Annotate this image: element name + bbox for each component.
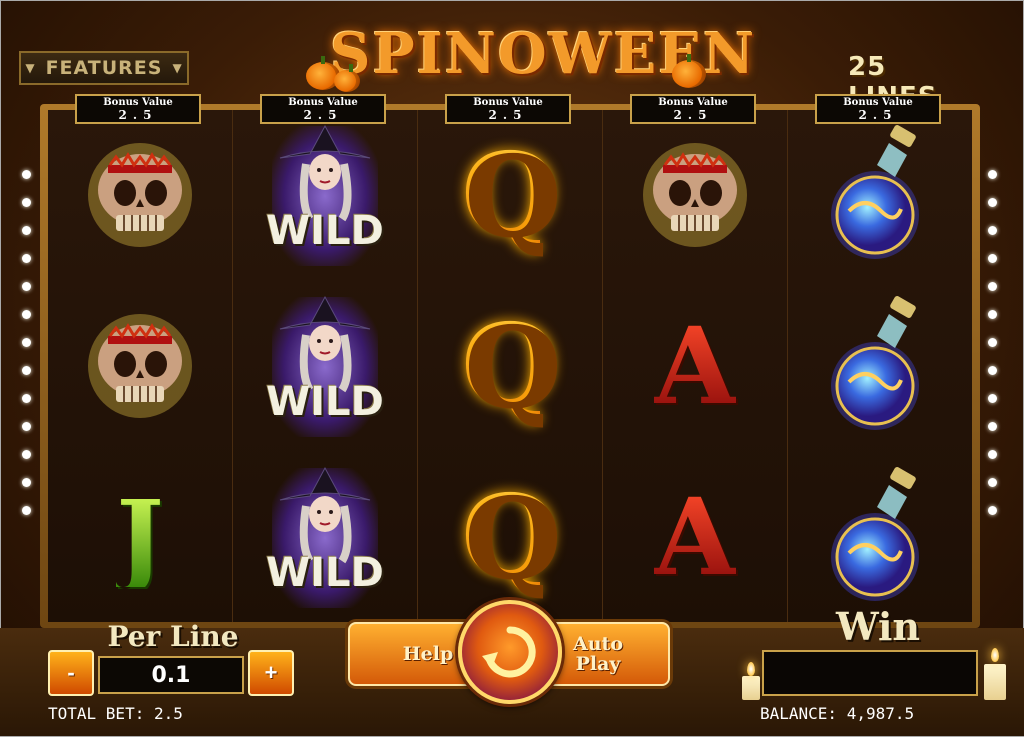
- balance-label: BALANCE: 4,987.5: [760, 704, 915, 723]
- pumpkin-icon: [334, 64, 360, 92]
- potion-symbol: [805, 120, 955, 270]
- triangle-down-icon: ▼: [25, 61, 36, 75]
- increase-bet-button[interactable]: +: [248, 650, 294, 696]
- flame-icon: [991, 648, 999, 662]
- bonus-value-box: Bonus Value 2.5: [630, 94, 756, 124]
- candle-icon: [984, 664, 1006, 700]
- bonus-value-amount: 2.5: [488, 108, 528, 122]
- q-symbol: Q: [435, 120, 585, 270]
- bonus-value-box: Bonus Value 2.5: [445, 94, 571, 124]
- potion-symbol: [805, 462, 955, 612]
- j-symbol-letter: J: [116, 477, 164, 596]
- q-symbol: Q: [435, 462, 585, 612]
- total-bet-label: TOTAL BET: 2.5: [48, 704, 183, 723]
- q-symbol-letter: Q: [461, 299, 559, 431]
- per-line-title: Per Line: [107, 620, 239, 653]
- skull-symbol: [65, 291, 215, 441]
- win-amount: [762, 650, 978, 696]
- bonus-value-amount: 2.5: [303, 108, 343, 122]
- a-symbol: A: [620, 462, 770, 612]
- potion-icon: [831, 466, 919, 601]
- bonus-value-amount: 2.5: [673, 108, 713, 122]
- decrease-bet-button[interactable]: -: [48, 650, 94, 696]
- autoplay-button[interactable]: Auto Play: [558, 624, 638, 684]
- bonus-value-amount: 2.5: [118, 108, 158, 122]
- reels-area: J WILD WILD WILD Q Q Q A A: [48, 110, 972, 622]
- reel-3: Q Q Q: [417, 110, 602, 622]
- potion-symbol: [805, 291, 955, 441]
- bonus-value-box: Bonus Value 2.5: [260, 94, 386, 124]
- wild-label: WILD: [266, 378, 384, 425]
- reel-5: [787, 110, 972, 622]
- reel-2: WILD WILD WILD: [232, 110, 417, 622]
- bonus-value-box: Bonus Value 2.5: [815, 94, 941, 124]
- pumpkin-icon: [672, 54, 706, 88]
- a-symbol-letter: A: [653, 302, 737, 428]
- payline-markers-left: [22, 170, 32, 515]
- game-logo: SPINOWEEN: [330, 14, 754, 94]
- flame-icon: [747, 662, 755, 676]
- wild-label: WILD: [266, 208, 384, 255]
- paylines-label: 25 LINES: [848, 52, 937, 112]
- help-button[interactable]: Help: [388, 624, 468, 684]
- wild-label: WILD: [266, 549, 384, 596]
- spin-arrow-icon: [482, 626, 536, 678]
- skull-symbol: [65, 120, 215, 270]
- wild-symbol: WILD: [250, 120, 400, 270]
- potion-icon: [831, 125, 919, 260]
- skull-icon: [88, 313, 192, 418]
- reel-1: J: [48, 110, 232, 622]
- reel-4: A A: [602, 110, 787, 622]
- bonus-value-box: Bonus Value 2.5: [75, 94, 201, 124]
- wild-symbol: WILD: [250, 462, 400, 612]
- potion-icon: [831, 296, 919, 430]
- per-line-value: 0.1: [98, 656, 244, 694]
- bonus-value-amount: 2.5: [858, 108, 898, 122]
- candle-icon: [742, 676, 760, 700]
- payline-markers-right: [988, 170, 998, 515]
- q-symbol: Q: [435, 291, 585, 441]
- skull-icon: [88, 143, 192, 248]
- features-button[interactable]: ▼ FEATURES ▼: [19, 51, 189, 85]
- a-symbol: A: [620, 291, 770, 441]
- a-symbol-letter: A: [653, 473, 737, 599]
- q-symbol-letter: Q: [461, 470, 559, 602]
- wild-symbol: WILD: [250, 291, 400, 441]
- skull-symbol: [620, 120, 770, 270]
- q-symbol-letter: Q: [461, 129, 559, 261]
- triangle-down-icon: ▼: [172, 61, 183, 75]
- j-symbol: J: [65, 462, 215, 612]
- skull-icon: [643, 143, 747, 248]
- spin-button[interactable]: [458, 600, 562, 704]
- features-label: FEATURES: [45, 57, 163, 79]
